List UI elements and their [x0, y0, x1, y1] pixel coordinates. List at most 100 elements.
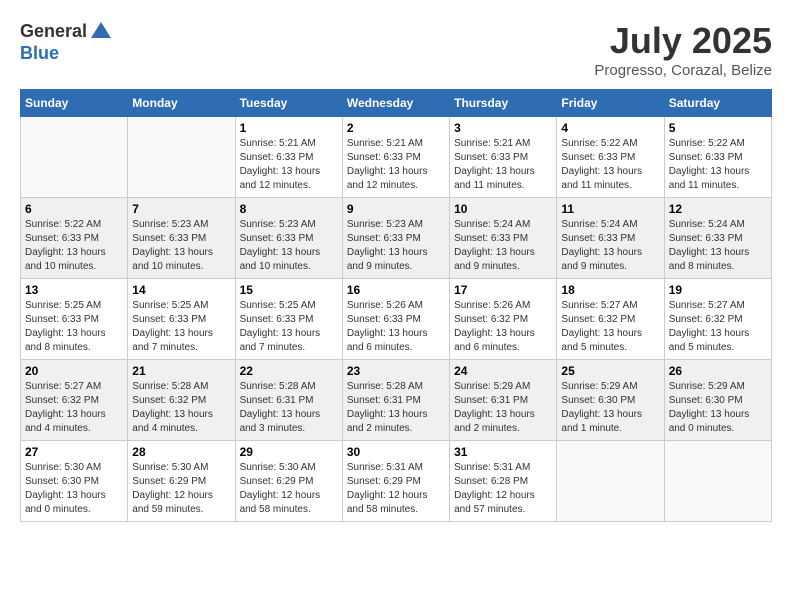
calendar-week-row: 20Sunrise: 5:27 AM Sunset: 6:32 PM Dayli…: [21, 360, 772, 441]
day-info: Sunrise: 5:22 AM Sunset: 6:33 PM Dayligh…: [25, 218, 123, 274]
calendar-week-row: 6 Sunrise: 5:22 AM Sunset: 6:33 PM Daylig…: [21, 198, 772, 279]
day-number: 17: [454, 283, 552, 297]
day-number: 3: [454, 121, 552, 135]
day-info: Sunrise: 5:30 AM Sunset: 6:29 PM Dayligh…: [240, 461, 338, 517]
table-row: 31Sunrise: 5:31 AM Sunset: 6:28 PM Dayli…: [450, 441, 557, 522]
location: Progresso, Corazal, Belize: [594, 62, 772, 79]
day-info: Sunrise: 5:27 AM Sunset: 6:32 PM Dayligh…: [561, 299, 659, 355]
day-info: Sunrise: 5:25 AM Sunset: 6:33 PM Dayligh…: [132, 299, 230, 355]
table-row: 12 Sunrise: 5:24 AM Sunset: 6:33 PM Dayli…: [664, 198, 771, 279]
day-number: 30: [347, 445, 445, 459]
day-number: 29: [240, 445, 338, 459]
table-row: 14 Sunrise: 5:25 AM Sunset: 6:33 PM Dayli…: [128, 279, 235, 360]
day-number: 24: [454, 364, 552, 378]
table-row: 27Sunrise: 5:30 AM Sunset: 6:30 PM Dayli…: [21, 441, 128, 522]
day-number: 14: [132, 283, 230, 297]
table-row: 5 Sunrise: 5:22 AM Sunset: 6:33 PM Daylig…: [664, 117, 771, 198]
day-info: Sunrise: 5:22 AM Sunset: 6:33 PM Dayligh…: [561, 137, 659, 193]
table-row: 22 Sunrise: 5:28 AM Sunset: 6:31 PM Dayli…: [235, 360, 342, 441]
day-info: Sunrise: 5:23 AM Sunset: 6:33 PM Dayligh…: [347, 218, 445, 274]
day-info: Sunrise: 5:30 AM Sunset: 6:29 PM Dayligh…: [132, 461, 230, 517]
table-row: 3 Sunrise: 5:21 AM Sunset: 6:33 PM Daylig…: [450, 117, 557, 198]
day-info: Sunrise: 5:28 AM Sunset: 6:31 PM Dayligh…: [240, 380, 338, 436]
day-number: 2: [347, 121, 445, 135]
logo: General Blue: [20, 20, 113, 64]
table-row: 26 Sunrise: 5:29 AM Sunset: 6:30 PM Dayli…: [664, 360, 771, 441]
day-info: Sunrise: 5:29 AM Sunset: 6:30 PM Dayligh…: [669, 380, 767, 436]
table-row: 23 Sunrise: 5:28 AM Sunset: 6:31 PM Dayli…: [342, 360, 449, 441]
logo-blue-text: Blue: [20, 44, 113, 64]
day-info: Sunrise: 5:27 AM Sunset: 6:32 PM Dayligh…: [25, 380, 123, 436]
calendar-week-row: 1 Sunrise: 5:21 AM Sunset: 6:33 PM Daylig…: [21, 117, 772, 198]
day-info: Sunrise: 5:24 AM Sunset: 6:33 PM Dayligh…: [669, 218, 767, 274]
calendar-week-row: 27Sunrise: 5:30 AM Sunset: 6:30 PM Dayli…: [21, 441, 772, 522]
table-row: 1 Sunrise: 5:21 AM Sunset: 6:33 PM Daylig…: [235, 117, 342, 198]
day-info: Sunrise: 5:21 AM Sunset: 6:33 PM Dayligh…: [347, 137, 445, 193]
day-info: Sunrise: 5:21 AM Sunset: 6:33 PM Dayligh…: [454, 137, 552, 193]
table-row: 9 Sunrise: 5:23 AM Sunset: 6:33 PM Daylig…: [342, 198, 449, 279]
day-number: 6: [25, 202, 123, 216]
day-info: Sunrise: 5:29 AM Sunset: 6:30 PM Dayligh…: [561, 380, 659, 436]
day-number: 5: [669, 121, 767, 135]
day-number: 12: [669, 202, 767, 216]
day-info: Sunrise: 5:31 AM Sunset: 6:29 PM Dayligh…: [347, 461, 445, 517]
day-info: Sunrise: 5:25 AM Sunset: 6:33 PM Dayligh…: [25, 299, 123, 355]
table-row: 15Sunrise: 5:25 AM Sunset: 6:33 PM Dayli…: [235, 279, 342, 360]
table-row: 10Sunrise: 5:24 AM Sunset: 6:33 PM Dayli…: [450, 198, 557, 279]
day-info: Sunrise: 5:23 AM Sunset: 6:33 PM Dayligh…: [240, 218, 338, 274]
day-info: Sunrise: 5:28 AM Sunset: 6:31 PM Dayligh…: [347, 380, 445, 436]
header: General Blue July 2025 Progresso, Coraza…: [20, 20, 772, 79]
table-row: 30 Sunrise: 5:31 AM Sunset: 6:29 PM Dayli…: [342, 441, 449, 522]
day-number: 23: [347, 364, 445, 378]
col-thursday: Thursday: [450, 90, 557, 117]
day-info: Sunrise: 5:23 AM Sunset: 6:33 PM Dayligh…: [132, 218, 230, 274]
day-number: 16: [347, 283, 445, 297]
table-row: 11 Sunrise: 5:24 AM Sunset: 6:33 PM Dayli…: [557, 198, 664, 279]
day-number: 4: [561, 121, 659, 135]
day-number: 7: [132, 202, 230, 216]
day-info: Sunrise: 5:26 AM Sunset: 6:32 PM Dayligh…: [454, 299, 552, 355]
table-row: 4 Sunrise: 5:22 AM Sunset: 6:33 PM Daylig…: [557, 117, 664, 198]
table-row: 2 Sunrise: 5:21 AM Sunset: 6:33 PM Daylig…: [342, 117, 449, 198]
table-row: 25Sunrise: 5:29 AM Sunset: 6:30 PM Dayli…: [557, 360, 664, 441]
col-sunday: Sunday: [21, 90, 128, 117]
col-saturday: Saturday: [664, 90, 771, 117]
day-info: Sunrise: 5:21 AM Sunset: 6:33 PM Dayligh…: [240, 137, 338, 193]
calendar-week-row: 13 Sunrise: 5:25 AM Sunset: 6:33 PM Dayli…: [21, 279, 772, 360]
logo-general-text: General: [20, 22, 87, 42]
day-number: 26: [669, 364, 767, 378]
day-info: Sunrise: 5:22 AM Sunset: 6:33 PM Dayligh…: [669, 137, 767, 193]
table-row: 8 Sunrise: 5:23 AM Sunset: 6:33 PM Daylig…: [235, 198, 342, 279]
day-number: 9: [347, 202, 445, 216]
month-year: July 2025: [594, 20, 772, 62]
day-number: 18: [561, 283, 659, 297]
day-number: 8: [240, 202, 338, 216]
day-number: 11: [561, 202, 659, 216]
col-friday: Friday: [557, 90, 664, 117]
table-row: 19Sunrise: 5:27 AM Sunset: 6:32 PM Dayli…: [664, 279, 771, 360]
col-tuesday: Tuesday: [235, 90, 342, 117]
day-number: 13: [25, 283, 123, 297]
day-info: Sunrise: 5:27 AM Sunset: 6:32 PM Dayligh…: [669, 299, 767, 355]
table-row: [557, 441, 664, 522]
day-number: 22: [240, 364, 338, 378]
day-number: 21: [132, 364, 230, 378]
day-info: Sunrise: 5:31 AM Sunset: 6:28 PM Dayligh…: [454, 461, 552, 517]
table-row: 7 Sunrise: 5:23 AM Sunset: 6:33 PM Daylig…: [128, 198, 235, 279]
day-number: 28: [132, 445, 230, 459]
table-row: [664, 441, 771, 522]
day-info: Sunrise: 5:24 AM Sunset: 6:33 PM Dayligh…: [561, 218, 659, 274]
calendar-header-row: Sunday Monday Tuesday Wednesday Thursday…: [21, 90, 772, 117]
day-number: 15: [240, 283, 338, 297]
day-number: 1: [240, 121, 338, 135]
table-row: 20Sunrise: 5:27 AM Sunset: 6:32 PM Dayli…: [21, 360, 128, 441]
table-row: [21, 117, 128, 198]
day-info: Sunrise: 5:28 AM Sunset: 6:32 PM Dayligh…: [132, 380, 230, 436]
table-row: 24Sunrise: 5:29 AM Sunset: 6:31 PM Dayli…: [450, 360, 557, 441]
day-number: 27: [25, 445, 123, 459]
table-row: 13 Sunrise: 5:25 AM Sunset: 6:33 PM Dayli…: [21, 279, 128, 360]
table-row: 17 Sunrise: 5:26 AM Sunset: 6:32 PM Dayli…: [450, 279, 557, 360]
title-section: July 2025 Progresso, Corazal, Belize: [594, 20, 772, 79]
table-row: 16Sunrise: 5:26 AM Sunset: 6:33 PM Dayli…: [342, 279, 449, 360]
col-monday: Monday: [128, 90, 235, 117]
